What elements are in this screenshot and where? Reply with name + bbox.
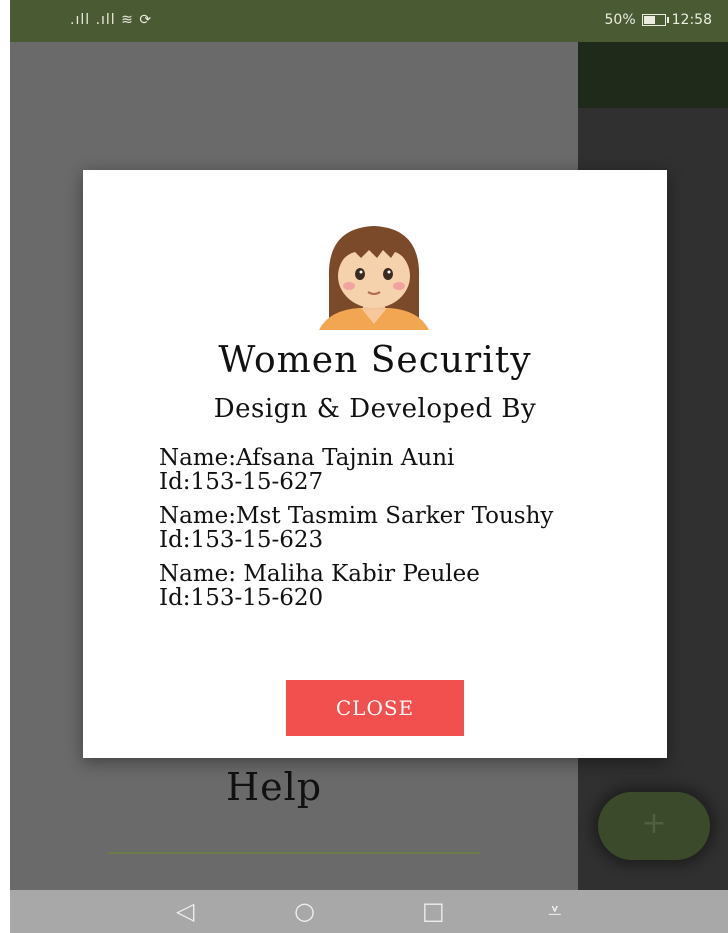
clock: 12:58 (671, 12, 712, 28)
woman-avatar-icon (319, 226, 429, 330)
developer-id: Id:153-15-623 (159, 527, 324, 553)
navigation-bar: ◁ ○ □ ⩡ (10, 890, 728, 933)
recent-apps-icon[interactable]: □ (422, 898, 445, 924)
about-dialog: Women Security Design & Developed By Nam… (83, 170, 667, 758)
help-underline (108, 852, 480, 854)
plus-icon: + (641, 806, 667, 841)
status-right: 50% 12:58 (605, 12, 712, 28)
developer-id: Id:153-15-627 (159, 469, 324, 495)
developer-list: Name:Afsana Tajnin Auni Id:153-15-627 Na… (159, 446, 649, 620)
back-icon[interactable]: ◁ (176, 898, 194, 924)
developer-name: Name:Mst Tasmim Sarker Toushy (159, 503, 554, 529)
developer-name: Name: Maliha Kabir Peulee (159, 561, 480, 587)
dialog-title: Women Security (218, 340, 532, 381)
battery-icon (641, 14, 669, 26)
developer-id: Id:153-15-620 (159, 585, 324, 611)
developer-entry: Name:Afsana Tajnin Auni Id:153-15-627 (159, 446, 649, 494)
phone-screen: .ıll .ıll ≋ ⟳ 50% 12:58 Help + Women Sec… (10, 0, 728, 933)
dialog-subtitle: Design & Developed By (213, 394, 537, 424)
developer-entry: Name: Maliha Kabir Peulee Id:153-15-620 (159, 562, 649, 610)
help-label[interactable]: Help (226, 765, 322, 809)
home-icon[interactable]: ○ (294, 898, 315, 924)
close-button[interactable]: CLOSE (286, 680, 464, 736)
notification-shade-icon[interactable]: ⩡ (548, 898, 562, 924)
battery-percent: 50% (604, 12, 636, 28)
status-bar: .ıll .ıll ≋ ⟳ 50% 12:58 (10, 0, 728, 42)
developer-name: Name:Afsana Tajnin Auni (159, 445, 455, 471)
signal-wifi-icons: .ıll .ıll ≋ ⟳ (70, 12, 153, 28)
add-fab-button[interactable]: + (598, 792, 710, 860)
background-toolbar (578, 42, 728, 108)
developer-entry: Name:Mst Tasmim Sarker Toushy Id:153-15-… (159, 504, 649, 552)
